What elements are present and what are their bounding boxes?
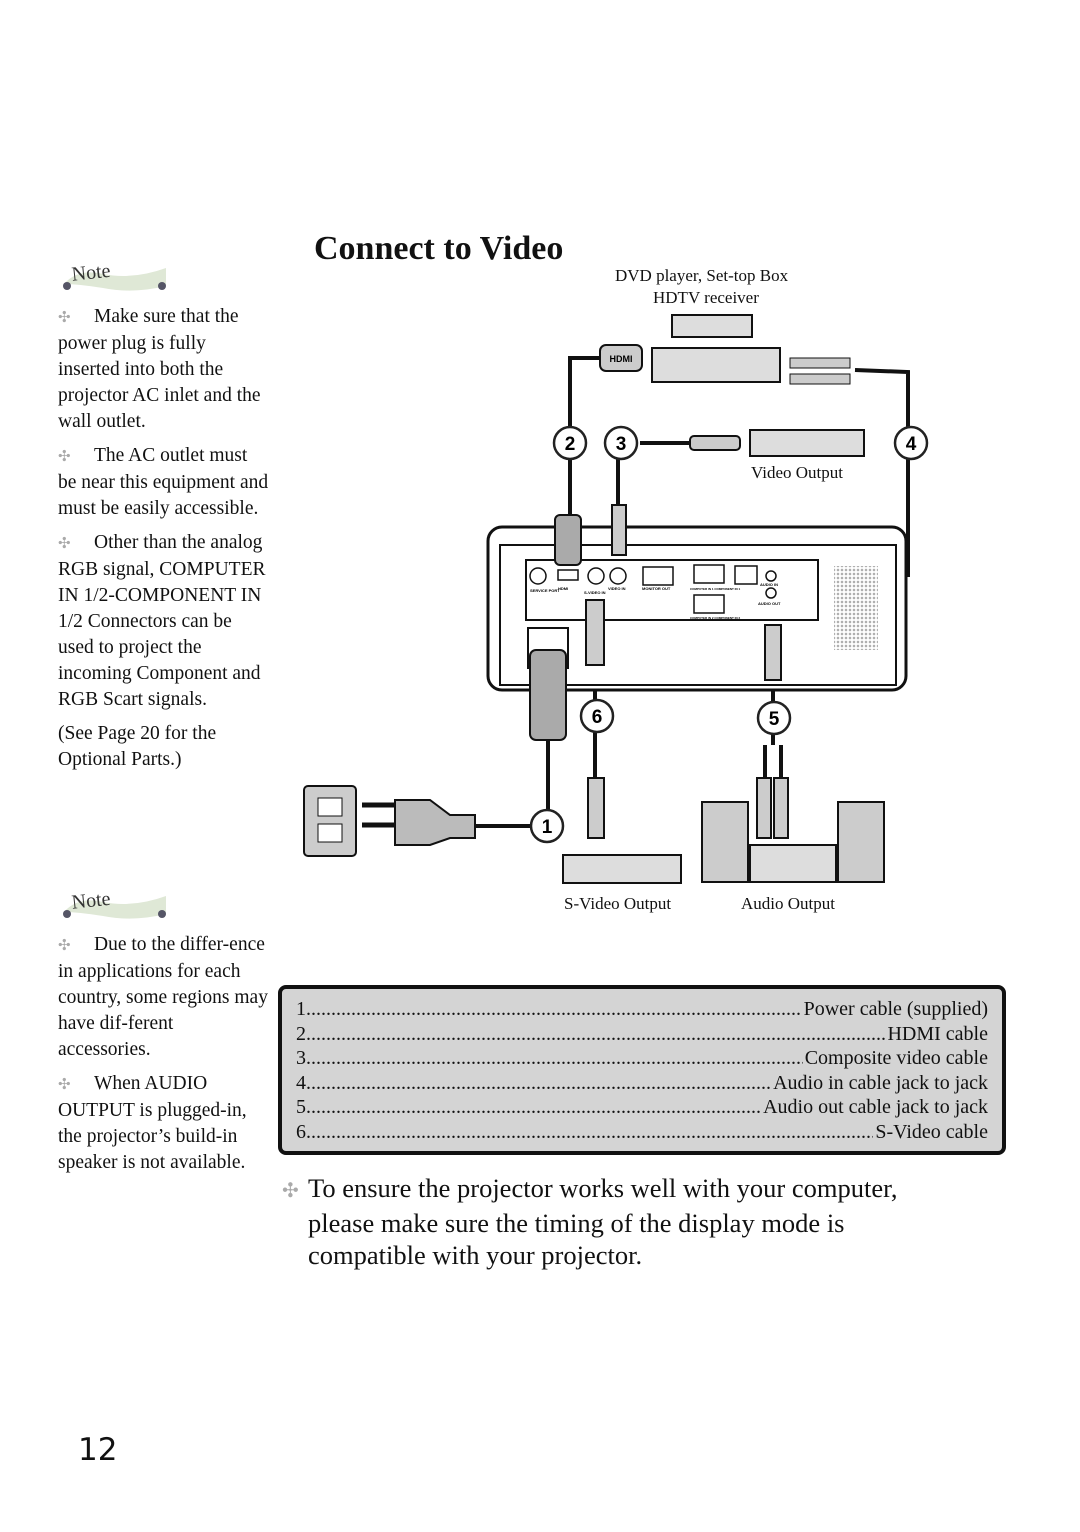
note-item: ✣ The AC outlet must be near this equipme… xyxy=(58,445,269,519)
svg-text:HDMI: HDMI xyxy=(558,586,568,591)
note-item: ✣ Make sure that the power plug is fully … xyxy=(58,306,261,432)
sidebar-notes-bottom: ✣ Due to the differ-ence in applications … xyxy=(58,932,270,1184)
cable-row: 6S-Video cable xyxy=(296,1120,988,1145)
note-item: ✣ Other than the analog RGB signal, COMPU… xyxy=(58,532,266,710)
svg-text:AUDIO IN: AUDIO IN xyxy=(760,582,778,587)
svg-text:VIDEO IN: VIDEO IN xyxy=(608,586,626,591)
bullet-icon: ✣ xyxy=(282,1180,299,1202)
svideo-device xyxy=(562,854,682,884)
svg-text:S-VIDEO IN: S-VIDEO IN xyxy=(584,590,606,595)
callout-4: 4 xyxy=(893,425,929,461)
speaker-left xyxy=(701,801,749,883)
cable-row: 3Composite video cable xyxy=(296,1046,988,1071)
cable-legend: 1Power cable (supplied) 2HDMI cable 3Com… xyxy=(278,985,1006,1155)
dvd-label: DVD player, Set-top Box xyxy=(615,266,789,285)
svg-text:6: 6 xyxy=(592,707,603,728)
svg-text:2: 2 xyxy=(565,434,576,455)
svg-text:SERVICE PORT: SERVICE PORT xyxy=(530,588,560,593)
bullet-icon: ✣ xyxy=(58,938,71,954)
wall-outlet xyxy=(303,785,357,857)
cable-row: 1Power cable (supplied) xyxy=(296,997,988,1022)
bullet-icon: ✣ xyxy=(58,449,71,465)
cable-row: 4Audio in cable jack to jack xyxy=(296,1071,988,1096)
footer-note: ✣ To ensure the projector works well with… xyxy=(282,1173,898,1270)
note-item: ✣ When AUDIO OUTPUT is plugged-in, the pr… xyxy=(58,1073,247,1173)
cable-row: 5Audio out cable jack to jack xyxy=(296,1095,988,1120)
cable-row: 2HDMI cable xyxy=(296,1022,988,1047)
note-banner-icon: Note xyxy=(63,888,166,919)
svg-text:3: 3 xyxy=(616,434,627,455)
bullet-icon: ✣ xyxy=(58,1077,71,1093)
svideo-output-label: S-Video Output xyxy=(564,894,672,913)
svg-text:Note: Note xyxy=(71,260,112,286)
svg-text:4: 4 xyxy=(906,434,917,455)
svg-text:COMPUTER IN 2 COMPONENT IN 2: COMPUTER IN 2 COMPONENT IN 2 xyxy=(690,616,741,620)
page-title: Connect to Video xyxy=(314,230,564,267)
callout-3: 3 xyxy=(603,425,639,461)
svg-text:5: 5 xyxy=(769,709,780,730)
settop-box xyxy=(671,314,753,338)
bullet-icon: ✣ xyxy=(58,536,71,552)
svg-text:MONITOR OUT: MONITOR OUT xyxy=(642,586,671,591)
sidebar-notes-top: ✣ Make sure that the power plug is fully … xyxy=(58,304,270,781)
audio-output-label: Audio Output xyxy=(741,894,835,913)
dvd-player xyxy=(651,347,781,383)
page-number: 12 xyxy=(78,1432,118,1468)
connection-diagram: HDMI SERVICE PORT HDMI S-VIDEO IN VIDEO … xyxy=(303,314,929,884)
callout-5: 5 xyxy=(756,700,792,736)
callout-1: 1 xyxy=(529,808,565,844)
callout-2: 2 xyxy=(552,425,588,461)
svg-text:AUDIO OUT: AUDIO OUT xyxy=(758,601,781,606)
power-plug xyxy=(529,649,567,741)
see-page-note: (See Page 20 for the Optional Parts.) xyxy=(58,723,217,770)
note-banner-icon: Note xyxy=(63,260,166,291)
note-item: ✣ Due to the differ-ence in applications … xyxy=(58,934,268,1060)
svg-text:Note: Note xyxy=(71,888,112,914)
svg-text:1: 1 xyxy=(542,817,553,838)
callout-6: 6 xyxy=(579,698,615,734)
vcr xyxy=(749,429,865,457)
svg-text:HDMI: HDMI xyxy=(610,354,633,364)
audio-receiver xyxy=(749,844,837,883)
speaker-right xyxy=(837,801,885,883)
bullet-icon: ✣ xyxy=(58,310,71,326)
svg-text:COMPUTER IN 1 COMPONENT IN 1: COMPUTER IN 1 COMPONENT IN 1 xyxy=(690,587,741,591)
